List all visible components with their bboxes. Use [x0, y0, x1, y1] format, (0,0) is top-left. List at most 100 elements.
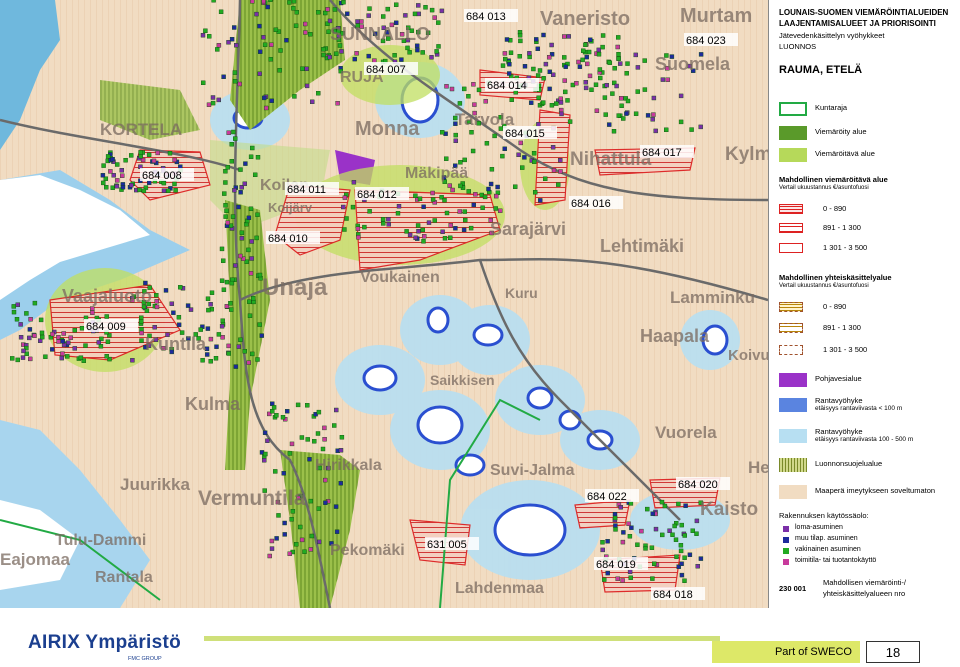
map-view[interactable]: Vaneristo Murtam SUNNALLO Suomela RUJA M… — [0, 0, 768, 608]
legend-label: loma-asuminen — [795, 524, 843, 531]
building-point — [322, 437, 327, 442]
place-name: Koijärv — [268, 200, 313, 215]
building-point — [104, 354, 109, 359]
building-point — [522, 155, 527, 160]
building-point — [154, 304, 160, 310]
building-point — [312, 439, 317, 444]
building-point — [367, 209, 372, 214]
building-point — [215, 47, 220, 52]
place-name: Voukainen — [360, 269, 440, 286]
building-point — [273, 27, 279, 32]
building-point — [166, 188, 171, 193]
building-point — [255, 357, 260, 362]
building-dot-icon — [783, 526, 789, 532]
building-point — [484, 141, 490, 146]
svg-text:684 023: 684 023 — [686, 35, 726, 47]
building-point — [248, 206, 254, 212]
legend-swatch — [779, 302, 803, 312]
building-point — [225, 220, 230, 225]
building-point — [503, 56, 508, 62]
area-code-label: 684 011 — [285, 182, 339, 196]
building-point — [60, 339, 65, 344]
building-point — [612, 512, 618, 517]
legend-swatch — [779, 204, 803, 214]
building-point — [303, 30, 308, 35]
building-point — [676, 501, 681, 507]
building-point — [392, 53, 397, 58]
building-point — [415, 43, 420, 48]
building-point — [562, 78, 567, 83]
building-point — [262, 42, 268, 47]
building-point — [615, 576, 620, 581]
building-point — [32, 333, 37, 338]
building-point — [556, 182, 561, 187]
building-point — [128, 153, 134, 158]
building-point — [304, 83, 310, 89]
place-name: Kuntila — [145, 334, 207, 354]
building-point — [407, 232, 413, 238]
building-point — [200, 80, 206, 86]
page-number: 18 — [885, 645, 901, 660]
building-point — [18, 335, 24, 340]
building-point — [176, 322, 182, 327]
area-code-label: 684 015 — [503, 126, 557, 140]
building-point — [110, 156, 115, 162]
building-point — [138, 315, 144, 320]
building-point — [98, 344, 104, 349]
building-point — [270, 401, 275, 406]
building-point — [420, 50, 425, 55]
building-point — [679, 572, 685, 578]
building-point — [698, 556, 704, 561]
building-point — [620, 539, 626, 545]
building-point — [598, 75, 603, 81]
building-point — [345, 11, 350, 16]
building-point — [339, 49, 344, 54]
place-name: Nihattula — [570, 149, 652, 170]
building-point — [480, 205, 485, 211]
building-point — [119, 173, 125, 178]
building-point — [653, 526, 659, 532]
building-point — [463, 217, 468, 223]
building-point — [299, 537, 305, 543]
building-point — [232, 78, 238, 84]
building-point — [284, 38, 289, 43]
building-point — [600, 540, 605, 545]
building-point — [444, 210, 450, 216]
building-point — [11, 304, 17, 309]
building-point — [278, 48, 283, 53]
building-point — [597, 67, 603, 72]
building-point — [339, 435, 345, 440]
building-point — [605, 570, 610, 576]
place-name: Pekomäki — [330, 542, 405, 559]
building-dot-icon — [783, 559, 789, 565]
building-point — [563, 89, 568, 95]
building-point — [442, 197, 447, 203]
legend-building-use: vakinainen asuminen — [783, 546, 953, 556]
building-point — [430, 197, 436, 202]
building-point — [257, 71, 262, 76]
svg-text:684 017: 684 017 — [642, 147, 682, 159]
building-point — [268, 0, 273, 2]
building-point — [660, 532, 665, 538]
building-point — [614, 83, 619, 89]
building-point — [635, 65, 641, 70]
building-point — [453, 226, 458, 231]
building-point — [385, 6, 390, 12]
building-point — [607, 60, 612, 65]
building-point — [308, 498, 313, 504]
building-point — [249, 351, 255, 357]
building-point — [208, 359, 213, 364]
building-point — [101, 180, 106, 186]
legend-label: Luonnonsuojelualue — [815, 459, 883, 468]
building-point — [396, 203, 402, 209]
building-point — [470, 148, 476, 154]
building-point — [246, 215, 252, 221]
area-code-label: 684 007 — [364, 62, 418, 76]
building-point — [254, 11, 259, 17]
legend-label: 1 301 - 3 500 — [823, 345, 868, 354]
map-legend: LOUNAIS-SUOMEN VIEMÄRÖINTIALUEIDEN LAAJE… — [768, 0, 960, 608]
building-point — [337, 43, 343, 48]
building-point — [292, 94, 297, 99]
building-point — [281, 471, 286, 476]
legend-section-sub: Vertail ukuustannus €/asuntofuosi — [779, 185, 869, 191]
